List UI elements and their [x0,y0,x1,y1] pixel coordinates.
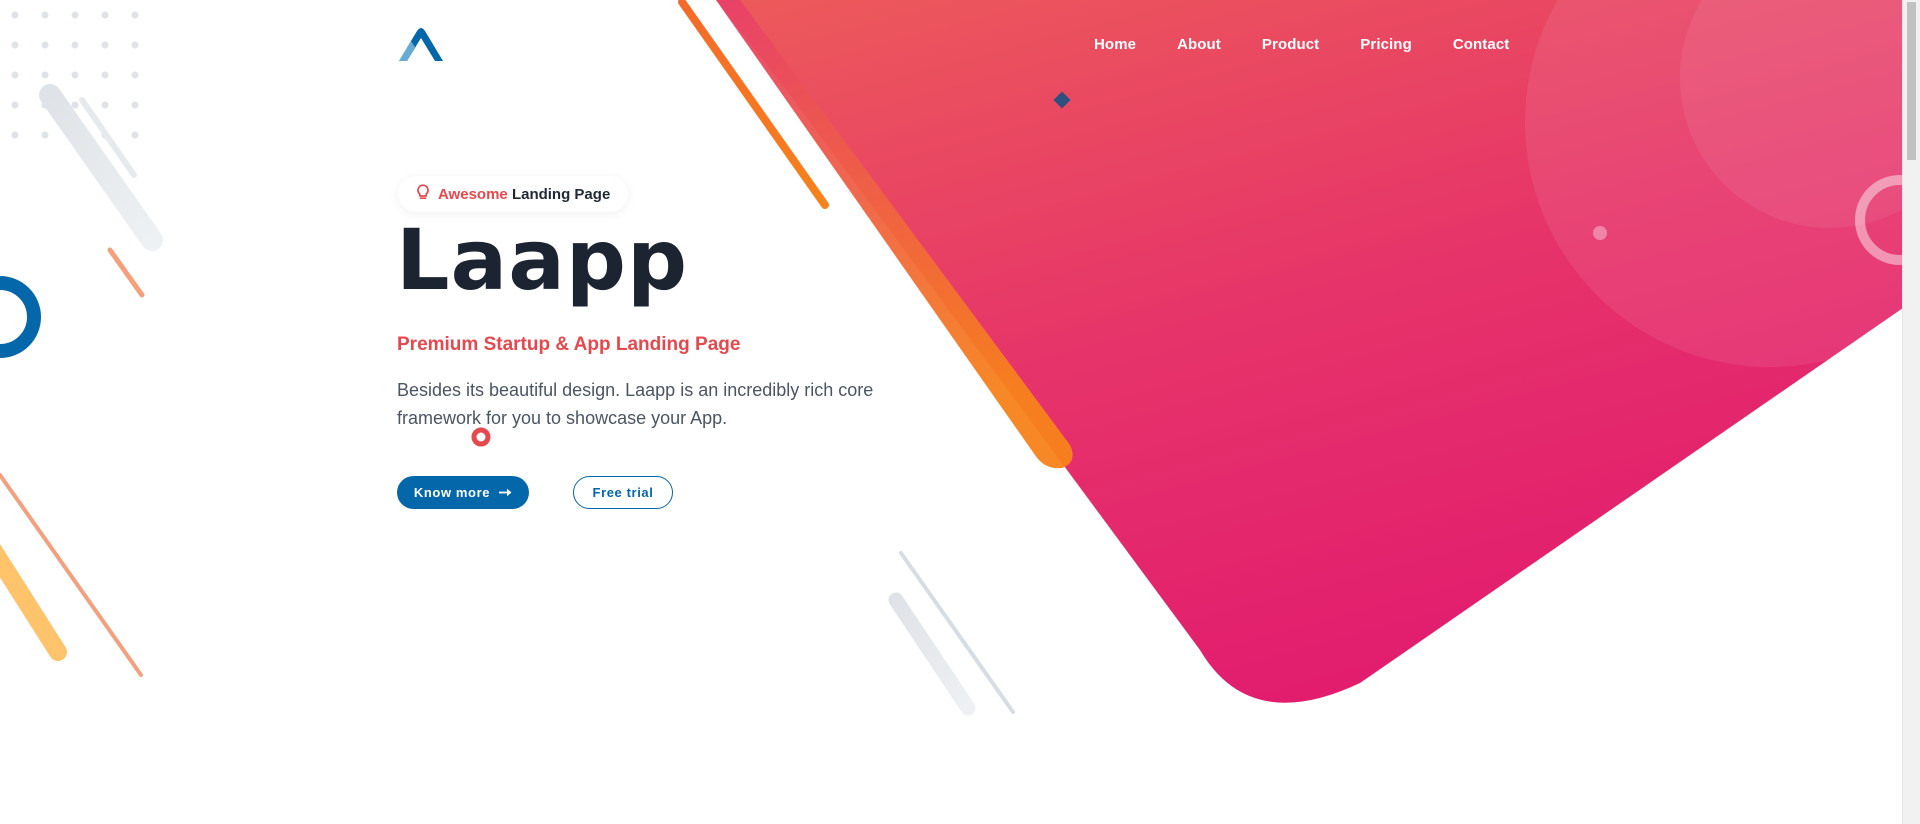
faded-circle-large [1525,0,1920,367]
arrow-right-icon [499,485,512,500]
free-trial-label: Free trial [592,485,654,500]
badge-text: Landing Page [511,185,611,203]
grey-bar-bottom-thick [888,592,976,716]
dot-grid [11,11,139,139]
grey-bar-bottom-thin [899,551,1015,714]
know-more-label: Know more [413,485,491,500]
hero-title: Laapp [396,211,689,309]
hero-section: Home About Product Pricing Contact Aweso… [0,0,1920,824]
faded-circle-medium [1680,0,1920,228]
thin-orange-stripe [678,0,829,209]
red-ring-small [471,427,491,447]
nav-product[interactable]: Product [1262,36,1319,53]
navy-diamond [1053,91,1071,109]
pink-hero-shape [716,0,1903,703]
hero-description: Besides its beautiful design. Laapp is a… [397,380,874,428]
badge-accent-text: Awesome [438,185,508,203]
main-nav: Home About Product Pricing Contact [1094,36,1550,53]
small-dot-right [1593,226,1607,240]
yellow-stripe-bottom-left [0,543,67,661]
brand-logo[interactable] [397,25,447,65]
small-orange-stripe [107,247,145,298]
grey-bar-left-thick [39,84,163,251]
nav-pricing[interactable]: Pricing [1360,36,1412,53]
hero-background-shapes [0,0,1920,716]
nav-about[interactable]: About [1177,36,1221,53]
hero-badge: Awesome Landing Page [398,176,629,212]
nav-contact[interactable]: Contact [1453,36,1510,53]
blue-ring-left [0,276,41,358]
free-trial-button[interactable]: Free trial [573,476,673,509]
hero-subtitle: Premium Startup & App Landing Page [397,334,741,355]
nav-home[interactable]: Home [1094,36,1136,53]
grey-bar-left-thin [79,97,137,178]
know-more-button[interactable]: Know more [397,476,529,509]
scrollbar-thumb[interactable] [1907,2,1916,160]
lightbulb-icon [416,183,430,205]
coral-stripe-bottom-left [0,473,143,677]
page-scrollbar[interactable] [1902,0,1920,824]
